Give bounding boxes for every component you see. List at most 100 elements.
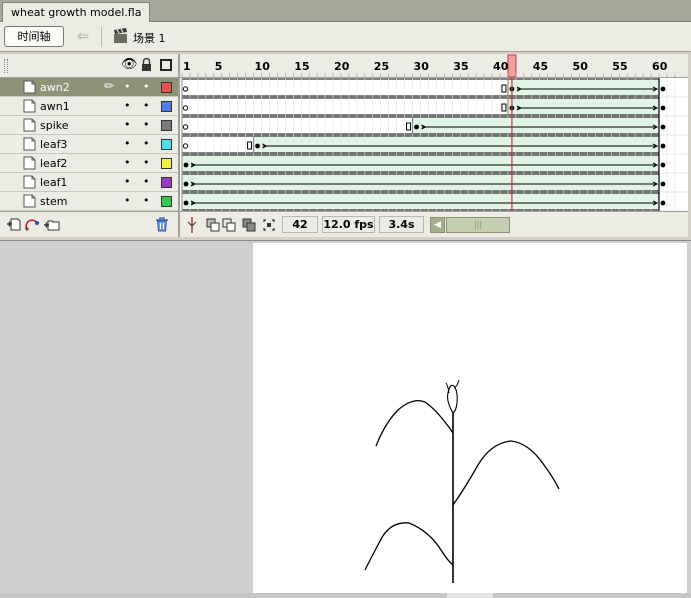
- trash-icon[interactable]: [155, 217, 169, 232]
- ruler-label: 20: [334, 60, 350, 73]
- ruler-label: 5: [215, 60, 223, 73]
- awn-left: [445, 382, 450, 394]
- layer-color-swatch[interactable]: [161, 139, 172, 150]
- lock-dot[interactable]: •: [143, 118, 150, 131]
- stage-horizontal-scrollbar[interactable]: [0, 593, 691, 598]
- layer-row-leaf2[interactable]: leaf2 • •: [0, 154, 178, 173]
- frame-grid[interactable]: [180, 78, 688, 211]
- current-frame-field: 42: [282, 216, 318, 233]
- ruler-label: 55: [612, 60, 627, 73]
- eye-icon[interactable]: 👁: [121, 57, 138, 72]
- timeline-scrollbar[interactable]: ◀ |||: [430, 217, 680, 233]
- layer-row-leaf3[interactable]: leaf3 • •: [0, 135, 178, 154]
- end-keyframe-dot: [660, 162, 666, 168]
- lock-dot[interactable]: •: [143, 156, 150, 169]
- frame-span-tween: [507, 78, 660, 97]
- leaf-upper-right: [452, 440, 560, 506]
- lock-dot[interactable]: •: [143, 175, 150, 188]
- stage-canvas[interactable]: [253, 243, 687, 593]
- end-keyframe-dot: [660, 86, 666, 92]
- layer-row-leaf1[interactable]: leaf1 • •: [0, 173, 178, 192]
- document-tab[interactable]: wheat growth model.fla: [2, 2, 151, 22]
- edit-multiple-frames-icon[interactable]: [242, 218, 256, 232]
- frame-span-static: [181, 78, 509, 97]
- playhead-marker: [507, 54, 517, 78]
- stage-scroll-thumb[interactable]: [447, 593, 493, 598]
- lock-icon[interactable]: [141, 58, 152, 72]
- frame-span-static: [181, 97, 509, 116]
- frame-ruler[interactable]: 1 5 10 15 20 25 30 35 40 45 50 55 60: [180, 54, 688, 78]
- end-keyframe-dot: [660, 143, 666, 149]
- layer-icon: [23, 156, 36, 170]
- layer-name: awn1: [40, 100, 70, 113]
- ruler-label: 40: [493, 60, 509, 73]
- ruler-label: 35: [453, 60, 468, 73]
- layer-color-swatch[interactable]: [161, 196, 172, 207]
- end-frame-marker: [501, 84, 507, 93]
- layer-name: leaf2: [40, 157, 68, 170]
- visibility-dot[interactable]: •: [124, 80, 131, 93]
- onion-skin-outlines-icon[interactable]: [222, 218, 236, 232]
- scroll-left-arrow[interactable]: ◀: [430, 217, 445, 233]
- end-frame-marker: [247, 141, 253, 150]
- end-keyframe-dot: [660, 181, 666, 187]
- edit-bar: 时间轴 ⇐ 场景 1: [0, 22, 691, 52]
- ruler-label: 30: [414, 60, 430, 73]
- onion-skin-icon[interactable]: [206, 218, 220, 232]
- visibility-dot[interactable]: •: [124, 137, 131, 150]
- visibility-dot[interactable]: •: [124, 99, 131, 112]
- layer-name: leaf1: [40, 176, 68, 189]
- layer-color-swatch[interactable]: [161, 158, 172, 169]
- layer-icon: [23, 80, 36, 94]
- ruler-label: 45: [533, 60, 548, 73]
- add-folder-icon[interactable]: [44, 217, 60, 232]
- keyframe-dot: [414, 124, 419, 130]
- timeline-toggle-button[interactable]: 时间轴: [4, 26, 64, 47]
- clapperboard-icon: [114, 28, 127, 43]
- layer-row-stem[interactable]: stem • •: [0, 192, 178, 211]
- layer-color-swatch[interactable]: [161, 101, 172, 112]
- keyframe-dot: [255, 143, 260, 149]
- end-keyframe-dot: [660, 124, 666, 130]
- toolbar-separator: [101, 27, 102, 47]
- modify-onion-markers-icon[interactable]: [262, 218, 276, 232]
- layer-tools: [0, 211, 178, 237]
- visibility-dot[interactable]: •: [124, 194, 131, 207]
- center-frame-icon[interactable]: [185, 217, 199, 233]
- frame-span-tween: [253, 135, 660, 154]
- left-arrow-icon[interactable]: ⇐: [74, 27, 92, 45]
- visibility-dot[interactable]: •: [124, 156, 131, 169]
- keyframe-dot: [183, 162, 189, 168]
- leaf-upper-left: [375, 399, 454, 447]
- add-guide-icon[interactable]: [24, 217, 40, 232]
- layer-color-swatch[interactable]: [161, 177, 172, 188]
- lock-dot[interactable]: •: [143, 194, 150, 207]
- empty-keyframe: [182, 124, 189, 130]
- layer-row-awn1[interactable]: awn1 • •: [0, 97, 178, 116]
- frame-span-static: [181, 135, 255, 154]
- layer-icon: [23, 194, 36, 208]
- keyframe-dot: [183, 200, 189, 206]
- layer-icon: [23, 99, 36, 113]
- frame-rate-field[interactable]: 12.0 fps: [322, 216, 375, 233]
- end-frame-marker: [406, 122, 412, 131]
- lock-dot[interactable]: •: [143, 80, 150, 93]
- layer-icon: [23, 137, 36, 151]
- frame-span-static: [181, 116, 414, 135]
- layer-color-swatch[interactable]: [161, 82, 172, 93]
- timeline-status-bar: 42 12.0 fps 3.4s ◀ |||: [180, 211, 688, 237]
- layer-color-swatch[interactable]: [161, 120, 172, 131]
- scroll-thumb[interactable]: |||: [446, 217, 510, 233]
- add-layer-icon[interactable]: [6, 217, 22, 232]
- end-keyframe-dot: [660, 200, 666, 206]
- layer-row-spike[interactable]: spike • •: [0, 116, 178, 135]
- lock-dot[interactable]: •: [143, 137, 150, 150]
- visibility-dot[interactable]: •: [124, 118, 131, 131]
- layer-row-awn2[interactable]: awn2 ✏ • •: [0, 78, 178, 97]
- layer-name: leaf3: [40, 138, 68, 151]
- lock-dot[interactable]: •: [143, 99, 150, 112]
- outline-square-icon[interactable]: [160, 59, 172, 71]
- layer-name: spike: [40, 119, 69, 132]
- visibility-dot[interactable]: •: [124, 175, 131, 188]
- scene-label[interactable]: 场景 1: [133, 30, 166, 46]
